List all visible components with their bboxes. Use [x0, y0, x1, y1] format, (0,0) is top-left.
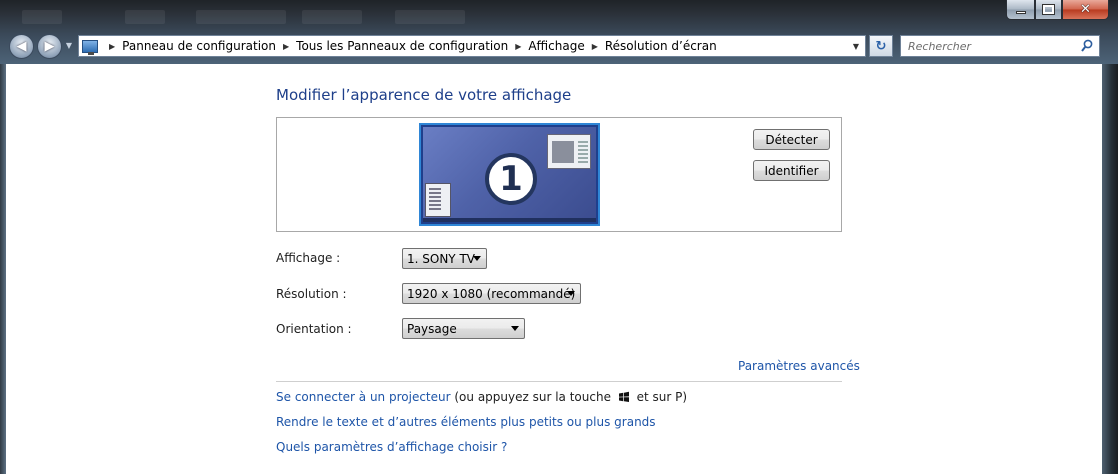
display-select[interactable]: 1. SONY TV — [402, 248, 487, 269]
minimize-button[interactable] — [1006, 0, 1035, 20]
which-display-settings-link[interactable]: Quels paramètres d’affichage choisir ? — [276, 440, 507, 454]
breadcrumb-separator-icon[interactable]: ▶ — [283, 42, 289, 51]
monitor-desktop-preview: 1 — [423, 127, 596, 222]
maximize-button[interactable] — [1035, 0, 1062, 20]
preview-sidebar-icon — [425, 183, 451, 217]
forward-button[interactable]: ▶ — [37, 34, 62, 59]
orientation-label: Orientation : — [276, 322, 352, 336]
breadcrumb: ▶ Panneau de configuration ▶ Tous les Pa… — [102, 39, 717, 53]
blurred-tab — [196, 10, 286, 24]
back-button[interactable]: ◀ — [9, 34, 34, 59]
chevron-down-icon — [473, 256, 481, 261]
address-bar[interactable]: ▶ Panneau de configuration ▶ Tous les Pa… — [78, 35, 866, 57]
window-right-border — [1102, 64, 1118, 474]
monitor-1-thumbnail[interactable]: 1 — [419, 123, 600, 226]
projector-hint-text-end: et sur P) — [636, 390, 688, 404]
search-icon[interactable] — [1081, 39, 1093, 53]
resolution-select-value: 1920 x 1080 (recommandé) — [407, 286, 576, 301]
breadcrumb-separator-icon[interactable]: ▶ — [109, 42, 115, 51]
forward-icon: ▶ — [44, 39, 55, 54]
maximize-icon — [1042, 4, 1055, 15]
recent-pages-dropdown[interactable]: ▼ — [64, 41, 74, 51]
back-icon: ◀ — [16, 39, 27, 54]
orientation-select[interactable]: Paysage — [402, 318, 525, 339]
blurred-tab — [22, 10, 62, 24]
blurred-tab — [302, 10, 362, 24]
windows-logo-icon — [618, 391, 629, 402]
connect-projector-link[interactable]: Se connecter à un projecteur — [276, 390, 451, 404]
breadcrumb-item-display[interactable]: Affichage — [528, 39, 584, 53]
monitor-number-badge: 1 — [485, 153, 537, 205]
display-label: Affichage : — [276, 251, 341, 265]
window-titlebar: ✕ ◀ ▶ ▼ ▶ Panneau de configuration ▶ Tou… — [0, 0, 1118, 64]
close-icon: ✕ — [1080, 2, 1091, 17]
chevron-down-icon — [567, 291, 575, 296]
blurred-tab — [395, 10, 465, 24]
control-panel-icon — [82, 39, 98, 55]
divider — [276, 381, 842, 382]
page-title: Modifier l’apparence de votre affichage — [276, 86, 572, 104]
breadcrumb-separator-icon[interactable]: ▶ — [515, 42, 521, 51]
advanced-settings-link[interactable]: Paramètres avancés — [738, 359, 860, 373]
display-select-value: 1. SONY TV — [407, 251, 475, 266]
breadcrumb-item-screen-resolution[interactable]: Résolution d’écran — [605, 39, 717, 53]
window-controls: ✕ — [1006, 0, 1109, 20]
display-preview-panel: 1 Détecter Identifier — [276, 117, 842, 232]
detect-button[interactable]: Détecter — [753, 129, 830, 150]
resolution-label: Résolution : — [276, 287, 347, 301]
orientation-select-value: Paysage — [407, 321, 457, 336]
projector-hint-text: (ou appuyez sur la touche — [454, 390, 611, 404]
minimize-icon — [1015, 11, 1026, 14]
search-input[interactable] — [901, 36, 1071, 56]
chevron-down-icon — [511, 326, 519, 331]
breadcrumb-item-control-panel[interactable]: Panneau de configuration — [122, 39, 276, 53]
address-history-dropdown[interactable]: ▼ — [849, 38, 863, 54]
preview-taskbar — [423, 218, 596, 222]
breadcrumb-separator-icon[interactable]: ▶ — [592, 42, 598, 51]
identify-button[interactable]: Identifier — [753, 160, 830, 181]
projector-row: Se connecter à un projecteur (ou appuyez… — [276, 390, 687, 404]
preview-window-icon — [547, 134, 591, 169]
content-pane: Modifier l’apparence de votre affichage … — [6, 64, 1102, 474]
refresh-button[interactable]: ↻ — [869, 35, 893, 57]
blurred-tab — [125, 10, 165, 24]
breadcrumb-item-all-control-panels[interactable]: Tous les Panneaux de configuration — [296, 39, 508, 53]
close-button[interactable]: ✕ — [1062, 0, 1109, 20]
refresh-icon: ↻ — [875, 38, 887, 54]
resolution-select[interactable]: 1920 x 1080 (recommandé) — [402, 283, 581, 304]
text-size-link[interactable]: Rendre le texte et d’autres éléments plu… — [276, 415, 656, 429]
search-box[interactable] — [900, 35, 1100, 57]
